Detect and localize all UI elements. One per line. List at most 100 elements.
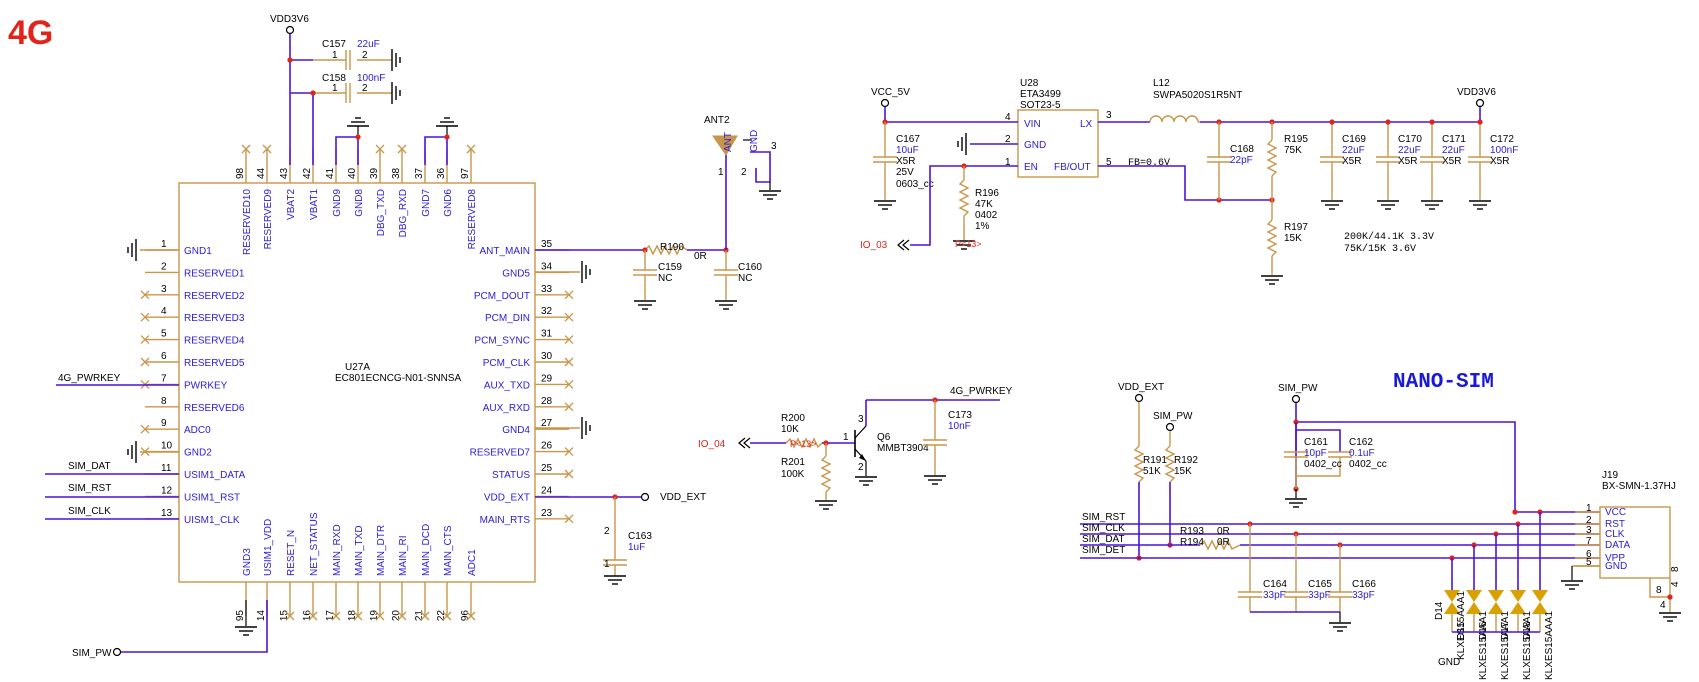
c170-ref: C170 <box>1398 134 1422 145</box>
net-sim-clk-bus: SIM_CLK <box>1082 523 1125 534</box>
r197-val: 15K <box>1284 233 1302 244</box>
module-top-pin-num: 39 <box>369 167 380 179</box>
output-capacitor <box>1468 122 1492 210</box>
module-top-pin-num: 97 <box>460 167 471 179</box>
c157-p1: 1 <box>332 50 338 61</box>
module-top-pin-num: 37 <box>414 167 425 179</box>
module-bottom-pin: 96 ADC1 <box>460 549 478 621</box>
module-left-pin: 3 RESERVED2 <box>140 284 245 302</box>
module-bottom-pin-name: MAIN_CTS <box>443 525 454 576</box>
tvs-part: KLXES15AAA1 <box>1478 611 1489 680</box>
c158-p1: 1 <box>332 83 338 94</box>
c157-p2: 2 <box>362 50 368 61</box>
c159-ref: C159 <box>658 262 682 273</box>
module-left-pin-name: PWRKEY <box>184 380 228 391</box>
module-right-pin-num: 24 <box>541 485 553 496</box>
net-vdd-ext-right: VDD_EXT <box>660 492 706 503</box>
ant2-ref: ANT2 <box>704 115 730 126</box>
c162-ref: C162 <box>1349 437 1373 448</box>
ant2-p3: 3 <box>771 141 777 152</box>
c164-val: 33pF <box>1263 590 1286 601</box>
module-right-pin: 30 PCM_CLK <box>483 351 574 369</box>
net-io-04: IO_04 <box>698 439 726 450</box>
module-right-pin-num: 30 <box>541 351 553 362</box>
module-left-pin-num: 8 <box>161 396 167 407</box>
sim-pw-bottom: SIM_PW <box>72 600 268 659</box>
c163-p2: 2 <box>604 526 610 537</box>
module-left-pin-name: USIM1_DATA <box>184 470 246 481</box>
u28-ref: U28 <box>1020 78 1039 89</box>
module-right-pin-name: STATUS <box>492 470 530 481</box>
module-bottom-pin-num: 15 <box>279 610 290 622</box>
pwrkey-driver-q6: IO_04 R200 10K P<13> R201 100K Q6 MMBT39… <box>698 386 1013 510</box>
antenna-ant2: ANT2 ANT GND 1 2 3 <box>704 115 782 250</box>
module-bottom-pin-num: 18 <box>347 610 358 622</box>
module-left-pin-name: RESERVED3 <box>184 313 245 324</box>
r190-ref: R190 <box>660 242 684 253</box>
tvs-ref: D15 <box>1456 621 1467 640</box>
module-right-pin-name: GND4 <box>502 425 530 436</box>
r201-ref: R201 <box>781 457 805 468</box>
module-left-pin-num: 4 <box>161 306 167 317</box>
c159-val: NC <box>658 273 672 284</box>
c163-ref: C163 <box>628 531 652 542</box>
r190-val: 0R <box>694 251 707 262</box>
c162-l2: 0402_cc <box>1349 459 1387 470</box>
module-left-pin: 12 USIM1_RST <box>145 485 240 503</box>
r196-l2: 0402 <box>975 210 998 221</box>
module-bottom-pin-name: MAIN_RXD <box>332 524 343 576</box>
module-left-pin: 13 UISM1_CLK <box>145 508 240 526</box>
ant2-p2: 2 <box>741 167 747 178</box>
ant2-gnd-label: GND <box>749 130 760 152</box>
module-left-nets: 4G_PWRKEY SIM_DAT SIM_RST SIM_CLK <box>45 238 179 520</box>
module-bottom-pin-name: USIM1_VDD <box>263 519 274 576</box>
module-u27a: U27A EC801ECNCG-N01-SNNSA 1 GND1 2 RESERVED… <box>140 144 574 622</box>
module-left-pin-name: GND2 <box>184 448 212 459</box>
c163-p1: 1 <box>604 559 610 570</box>
tvs-diode: D14 KLXES15AAA1 <box>1434 555 1467 660</box>
u28-pkg: SOT23-5 <box>1020 100 1061 111</box>
r201-val: 100K <box>781 469 805 480</box>
module-right-pin: 26 RESERVED7 <box>470 441 574 459</box>
module-left-pin-name: RESERVED4 <box>184 336 245 347</box>
module-right-pin: 23 MAIN_RTS <box>480 508 574 526</box>
module-left-pin-num: 2 <box>161 261 167 272</box>
module-left-pin-num: 12 <box>161 485 173 496</box>
r200-ref: R200 <box>781 413 805 424</box>
j19-p8: 8 <box>1656 585 1662 596</box>
net-sim-pw-bottom: SIM_PW <box>72 648 112 659</box>
vdd3v6-rail: VDD3V6 C157 22uF 1 2 C158 100nF 1 2 <box>270 14 401 165</box>
c171-ref: C171 <box>1442 134 1466 145</box>
module-top-pin: 43 VBAT2 <box>279 149 297 220</box>
j19-pin-num: 3 <box>1586 525 1592 536</box>
j19-pin-name: VCC <box>1605 507 1626 518</box>
module-right-pin-num: 35 <box>541 239 553 250</box>
module-right-pin-num: 29 <box>541 373 553 384</box>
module-bottom-pin-name: NET_STATUS <box>309 512 320 576</box>
c173-val: 10nF <box>948 421 971 432</box>
module-bottom-pin-name: MAIN_RI <box>398 535 409 576</box>
title-4g: 4G <box>8 14 53 52</box>
module-left-pin: 11 USIM1_DATA <box>145 463 246 481</box>
sim-filter-capacitor <box>1238 521 1262 612</box>
module-left-pin-name: RESERVED5 <box>184 358 245 369</box>
module-top-pin-name: GND6 <box>443 189 454 217</box>
r200-val: 10K <box>781 424 799 435</box>
r194-ref: R194 <box>1180 537 1204 548</box>
q6-c: 3 <box>858 414 864 425</box>
c167-val: 10uF <box>896 145 919 156</box>
u28-fb: FB/OUT <box>1054 162 1091 173</box>
tvs-part: KLXES15AAA1 <box>1522 611 1533 680</box>
module-bottom-pin-num: 14 <box>256 610 267 622</box>
ant2-p1: 1 <box>718 167 724 178</box>
j19-ref: J19 <box>1602 470 1619 481</box>
module-right-pin-num: 25 <box>541 463 553 474</box>
c161-val: 10pF <box>1304 448 1327 459</box>
module-bottom-pin: 16 NET_STATUS <box>302 512 320 621</box>
output-capacitor <box>1320 122 1344 210</box>
module-bottom-pin-num: 17 <box>325 610 336 622</box>
output-capacitor <box>1376 122 1400 210</box>
module-right-pin: 32 PCM_DIN <box>485 306 574 324</box>
u28-en: EN <box>1024 162 1038 173</box>
module-bottom-pin: 15 RESET_N <box>279 530 297 621</box>
